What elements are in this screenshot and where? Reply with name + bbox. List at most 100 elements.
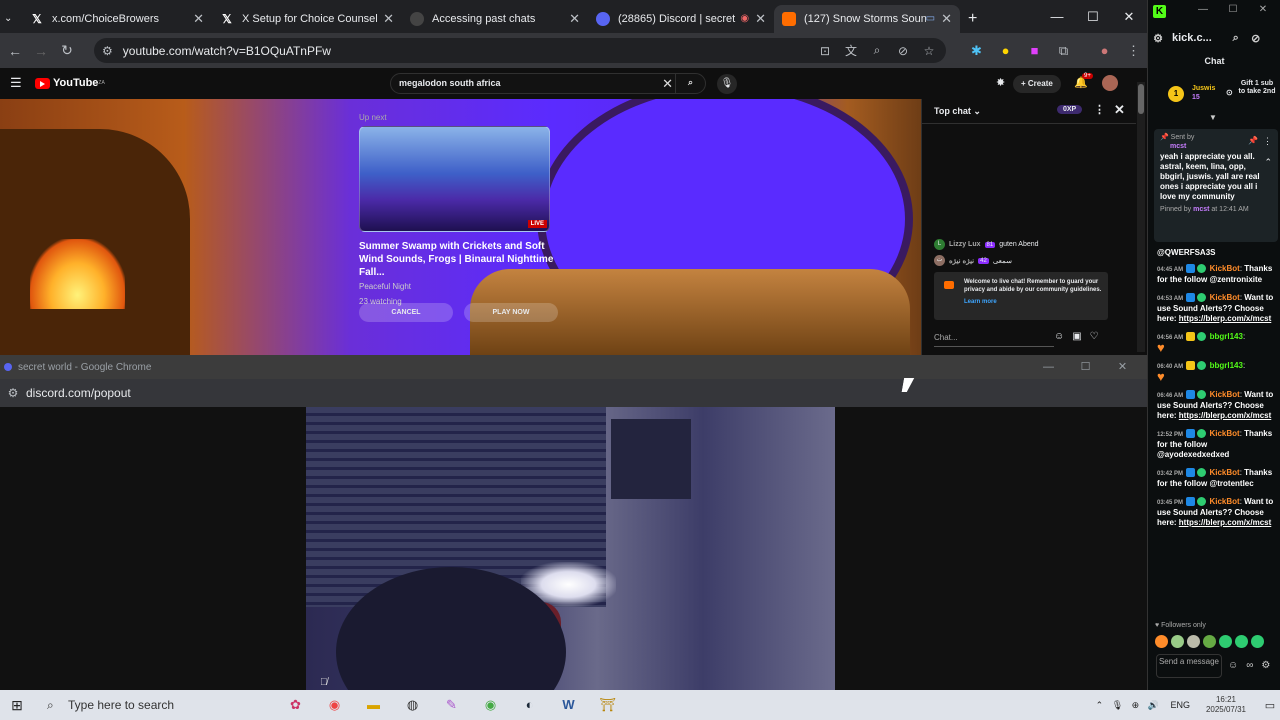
sound-alerts-link[interactable]: https://blerp.com/x/mcst [1179,411,1271,420]
top-chat-dropdown[interactable]: Top chat ⌄ [934,106,981,117]
learn-more-link[interactable]: Learn more [964,298,1102,306]
eye-off-icon[interactable]: ⊘ [890,44,916,58]
close-icon[interactable]: ✕ [193,11,204,27]
tab-youtube-snow-storms[interactable]: (127) Snow Storms Sounds ▭ ✕ [774,4,960,33]
more-options-icon[interactable]: ⋮ [1263,136,1272,147]
close-icon[interactable]: ✕ [941,11,952,27]
app-icon[interactable]: ⛩ [588,694,627,716]
tab-x-choicebrowers[interactable]: 𝕏 x.com/ChoiceBrowers ✕ [22,5,212,33]
gift-leaderboard[interactable]: 1 Juswis 15 ⊙ Gift 1 sub to take 2nd [1154,76,1278,116]
zoom-icon[interactable]: ⌕ [864,43,890,58]
windows-start-icon[interactable]: ⊞ [0,697,34,714]
microphone-icon[interactable]: 🎙 [1108,700,1126,711]
maximize-button[interactable]: ☐ [1075,0,1111,33]
more-options-icon[interactable]: ⋮ [1094,103,1105,116]
emote-icon[interactable] [1219,635,1232,648]
chrome-icon[interactable]: ◉ [471,694,510,716]
close-icon[interactable]: ✕ [383,11,394,27]
tab-x-setup[interactable]: 𝕏 X Setup for Choice Counseling ✕ [212,5,402,33]
emote-icon[interactable] [1171,635,1184,648]
close-chat-icon[interactable]: ✕ [1114,102,1125,118]
send-message-input[interactable]: Send a message [1156,654,1222,678]
emote-icon[interactable] [1251,635,1264,648]
cancel-button[interactable]: CANCEL [359,303,453,322]
emote-icon[interactable] [1235,635,1248,648]
obs-icon[interactable]: ◍ [393,694,432,716]
minimize-button[interactable]: — [1030,355,1067,379]
file-explorer-icon[interactable]: ▬ [354,694,393,716]
emote-picker-icon[interactable]: ☺ [1228,660,1238,671]
extension-icon[interactable]: ● [991,43,1020,58]
maximize-button[interactable]: ☐ [1067,355,1104,379]
bookmark-star-icon[interactable]: ☆ [916,44,942,58]
paint-icon[interactable]: ✎ [432,694,471,716]
notification-center-icon[interactable]: ▭ [1260,699,1280,712]
clock[interactable]: 16:21 2025/07/31 [1206,695,1246,715]
profile-avatar[interactable]: ● [1090,43,1119,58]
users-icon[interactable]: ∞ [1246,660,1253,671]
tab-search-button[interactable]: ⌄ [0,5,22,33]
network-icon[interactable]: ⊕ [1126,700,1144,711]
account-avatar[interactable] [1102,75,1118,91]
close-window-button[interactable]: ✕ [1111,0,1147,33]
copilot-icon[interactable]: ✿ [276,694,315,716]
super-chat-icon[interactable]: ▣ [1072,331,1081,342]
install-app-icon[interactable]: ⊡ [812,44,838,58]
menu-dots-icon[interactable]: ⋮ [1119,43,1148,59]
reload-icon[interactable]: ↻ [54,42,80,59]
unpin-icon[interactable]: 📌 [1248,136,1258,145]
extension-icon[interactable]: ✱ [962,43,991,59]
forward-icon[interactable]: → [28,43,54,59]
youtube-search-input[interactable]: megalodon south africa ✕ ⌕ [390,73,706,94]
tab-accessing-past-chats[interactable]: Accessing past chats ✕ [402,5,588,33]
sound-alerts-link[interactable]: https://blerp.com/x/mcst [1179,314,1271,323]
youtube-logo[interactable]: YouTube ZA [35,77,105,89]
volume-icon[interactable]: 🔊 [1144,700,1162,711]
popout-address-bar[interactable]: ⚙ discord.com/popout [0,379,1147,407]
camera-video-feed[interactable] [306,407,835,690]
chevron-up-icon[interactable]: ⌃ [1090,700,1108,711]
emote-icon[interactable] [1155,635,1168,648]
steam-icon[interactable]: ◐ [510,694,549,716]
voice-search-mic-icon[interactable]: 🎙 [717,74,737,94]
search-icon[interactable]: ⌕ [675,73,705,94]
back-icon[interactable]: ← [2,43,28,59]
taskbar-search-input[interactable]: ⌕ Type here to search [42,695,262,715]
play-now-button[interactable]: PLAY NOW [464,303,558,322]
ai-sparkle-icon[interactable]: ✸ [996,76,1005,89]
chrome-icon[interactable]: ◉ [315,694,354,716]
up-next-thumbnail[interactable]: LIVE [359,126,550,232]
site-info-icon[interactable]: ⚙ [0,386,26,400]
emote-icon[interactable] [1203,635,1216,648]
emoji-icon[interactable]: ☺ [1054,331,1064,342]
hamburger-menu-icon[interactable]: ☰ [10,75,22,91]
page-scrollbar[interactable] [1137,82,1145,352]
minimize-button[interactable]: — [1188,4,1218,15]
close-icon[interactable]: ✕ [569,11,580,27]
word-icon[interactable]: W [549,694,588,716]
close-icon[interactable]: ✕ [755,11,766,27]
extension-icon[interactable]: ■ [1020,43,1049,58]
close-window-button[interactable]: ✕ [1104,355,1141,379]
scrollbar-thumb[interactable] [1138,84,1144,114]
translate-icon[interactable]: 文 [838,42,864,59]
chat-input[interactable]: Chat... [934,329,1054,347]
close-window-button[interactable]: ✕ [1248,4,1278,15]
maximize-button[interactable]: ☐ [1218,4,1248,15]
site-info-icon[interactable]: ⚙ [102,44,113,58]
sound-alerts-link[interactable]: https://blerp.com/x/mcst [1179,518,1271,527]
puzzle-icon[interactable]: ⧉ [1049,43,1078,59]
zoom-icon[interactable]: ⌕ [1226,32,1246,45]
tab-discord[interactable]: (28865) Discord | secret wo ◉ ✕ [588,5,774,33]
create-button[interactable]: + Create [1013,75,1061,93]
settings-gear-icon[interactable]: ⚙ [1261,660,1270,671]
video-player[interactable]: Up next LIVE Summer Swamp with Crickets … [0,99,921,355]
points-badge[interactable]: 0XP [1057,105,1083,114]
site-info-icon[interactable]: ⚙ [1148,32,1168,45]
chevron-up-icon[interactable]: ⌃ [1264,157,1272,168]
filter-icon[interactable]: ▼ [1209,113,1217,122]
minimize-button[interactable]: — [1039,0,1075,33]
emote-icon[interactable] [1187,635,1200,648]
up-next-title[interactable]: Summer Swamp with Crickets and Soft Wind… [359,240,559,279]
heart-icon[interactable]: ♡ [1090,331,1099,342]
